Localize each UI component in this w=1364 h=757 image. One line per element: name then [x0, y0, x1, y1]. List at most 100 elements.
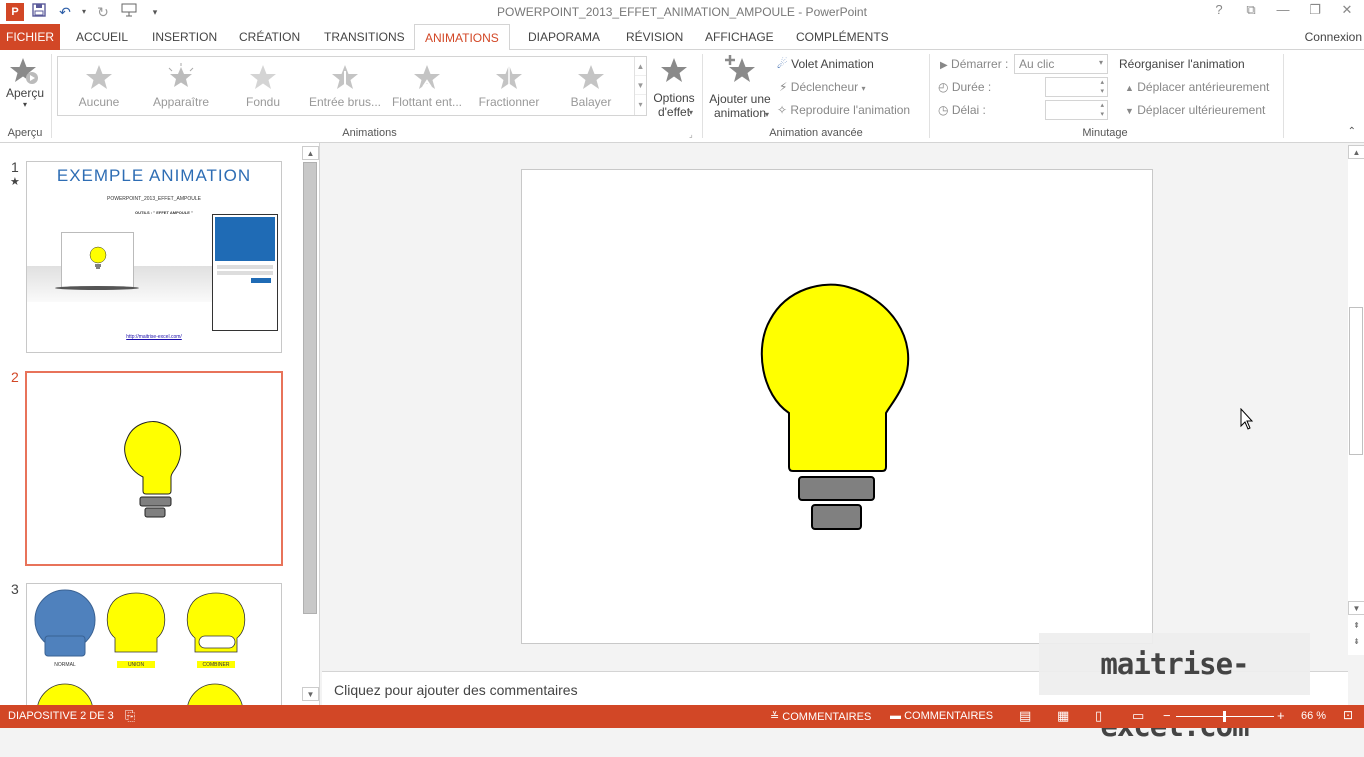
star-burst-icon — [168, 63, 194, 87]
animation-item-fondu[interactable]: Fondu — [222, 57, 304, 115]
slide-scrollbar[interactable]: ▲ ▼ ⇞ ⇟ — [1348, 145, 1364, 655]
tab-transitions[interactable]: TRANSITIONS — [314, 24, 415, 50]
delay-input[interactable]: ▴ ▾ — [1045, 100, 1108, 120]
zoom-out-icon[interactable]: − — [1163, 708, 1171, 723]
animation-item-apparaitre[interactable]: Apparaître — [140, 57, 222, 115]
animation-item-balayer[interactable]: Balayer — [550, 57, 632, 115]
slide-number: 1 — [11, 159, 19, 175]
reproduire-animation-button[interactable]: ✧ Reproduire l'animation — [777, 103, 910, 117]
spell-check-icon[interactable]: ⎘ — [125, 708, 135, 724]
delay-label: ◷ Délai : — [938, 103, 986, 117]
next-slide-icon[interactable]: ⇟ — [1348, 635, 1364, 649]
zoom-level[interactable]: 66 % — [1301, 710, 1326, 722]
notes-toggle-label: COMMENTAIRES — [782, 711, 872, 723]
thumb-subtitle: POWERPOINT_2013_EFFET_AMPOULE — [107, 196, 201, 202]
notes-toggle-button[interactable]: ≚ COMMENTAIRES — [770, 710, 871, 723]
add-animation-star-icon — [725, 55, 755, 82]
scroll-up-icon[interactable]: ▲ — [1348, 145, 1364, 159]
zoom-in-icon[interactable]: + — [1277, 708, 1285, 723]
add-animation-button[interactable]: Ajouter une animation — [706, 54, 774, 120]
effect-options-dropdown-icon[interactable]: ▾ — [689, 108, 693, 117]
slide-number: 2 — [11, 369, 19, 385]
reproduire-label: Reproduire l'animation — [790, 103, 911, 117]
preview-button[interactable]: Aperçu ▾ — [2, 56, 48, 109]
reading-view-icon[interactable]: ▯ — [1095, 708, 1102, 724]
zoom-slider-thumb[interactable] — [1223, 711, 1227, 722]
star-icon — [86, 65, 112, 89]
previous-slide-icon[interactable]: ⇞ — [1348, 619, 1364, 633]
scroll-up-icon[interactable]: ▲ — [302, 146, 319, 160]
declencheur-dropdown-icon: ▾ — [861, 84, 866, 93]
animation-item-entree-brusque[interactable]: Entrée brus... — [304, 57, 386, 115]
move-earlier-label: Déplacer antérieurement — [1137, 80, 1270, 94]
tab-accueil[interactable]: ACCUEIL — [66, 24, 138, 50]
move-earlier-button[interactable]: ▲ Déplacer antérieurement — [1125, 80, 1269, 94]
animation-item-flottant-entrant[interactable]: Flottant ent... — [386, 57, 468, 115]
slide-canvas[interactable] — [521, 169, 1153, 644]
animation-painter-icon: ✧ — [777, 103, 788, 117]
scroll-thumb[interactable] — [1349, 307, 1363, 455]
scroll-thumb[interactable] — [303, 162, 317, 614]
delay-spinner-icon[interactable]: ▴ ▾ — [1100, 101, 1104, 119]
collapse-ribbon-icon[interactable]: ⌃ — [1348, 126, 1356, 137]
start-select[interactable]: Au clic ▾ — [1014, 54, 1108, 74]
gallery-up-icon[interactable]: ▲ — [635, 57, 646, 76]
slide-sorter-view-icon[interactable]: ▦ — [1057, 708, 1069, 724]
slideshow-view-icon[interactable]: ▭ — [1132, 708, 1144, 724]
help-icon[interactable]: ? — [1208, 2, 1230, 18]
start-select-value: Au clic — [1019, 57, 1055, 71]
thumb-form-field — [217, 271, 273, 275]
duration-spinner-icon[interactable]: ▴ ▾ — [1100, 78, 1104, 96]
tab-insertion[interactable]: INSERTION — [142, 24, 227, 50]
volet-animation-button[interactable]: ☄ Volet Animation — [777, 57, 874, 71]
slide-thumbnail-1[interactable]: EXEMPLE ANIMATION POWERPOINT_2013_EFFET_… — [26, 161, 282, 353]
slide-thumbnail-2[interactable] — [25, 371, 283, 566]
add-animation-label-line2: animation — [713, 106, 767, 120]
move-later-label: Déplacer ultérieurement — [1137, 103, 1266, 117]
animation-marker-icon: ★ — [10, 176, 20, 188]
add-animation-dropdown-icon[interactable]: ▾ — [765, 110, 769, 119]
move-later-button[interactable]: ▼ Déplacer ultérieurement — [1125, 103, 1265, 117]
tab-complements[interactable]: COMPLÉMENTS — [786, 24, 899, 50]
delay-label-text: Délai : — [951, 103, 986, 117]
gallery-more-icon[interactable]: ▾ — [635, 95, 646, 114]
restore-icon[interactable]: ❐ — [1304, 2, 1326, 18]
declencheur-button[interactable]: ⚡ Déclencheur ▾ — [779, 80, 866, 94]
separator — [51, 54, 52, 138]
scroll-down-icon[interactable]: ▼ — [1348, 601, 1364, 615]
fit-slide-icon[interactable]: ⊡ — [1343, 708, 1353, 722]
tab-creation[interactable]: CRÉATION — [229, 24, 310, 50]
sign-in-link[interactable]: Connexion — [1305, 24, 1364, 50]
normal-view-icon[interactable]: ▤ — [1019, 708, 1031, 724]
reorder-title: Réorganiser l'animation — [1119, 57, 1245, 71]
tab-diaporama[interactable]: DIAPORAMA — [518, 24, 610, 50]
animation-item-aucune[interactable]: Aucune — [58, 57, 140, 115]
notes-placeholder[interactable]: Cliquez pour ajouter des commentaires — [334, 682, 578, 698]
comments-toggle-button[interactable]: ▬ COMMENTAIRES — [890, 710, 993, 722]
dialog-launcher-icon[interactable]: ⌟ — [689, 130, 693, 139]
lightbulb-shape[interactable] — [522, 170, 1152, 643]
animation-item-fractionner[interactable]: Fractionner — [468, 57, 550, 115]
notes-icon: ≚ — [770, 711, 780, 723]
close-icon[interactable]: ✕ — [1336, 2, 1358, 18]
duration-input[interactable]: ▴ ▾ — [1045, 77, 1108, 97]
lightning-icon: ⚡ — [779, 80, 788, 94]
ribbon-display-options-icon[interactable]: ⧉ — [1240, 2, 1262, 18]
duration-label: ◴ Durée : — [938, 80, 991, 94]
scroll-down-icon[interactable]: ▼ — [302, 687, 319, 701]
tab-affichage[interactable]: AFFICHAGE — [695, 24, 784, 50]
group-label-animation-avancee: Animation avancée — [769, 127, 863, 139]
preview-dropdown-icon[interactable]: ▾ — [2, 100, 48, 109]
minimize-icon[interactable]: — — [1272, 2, 1294, 18]
volet-animation-label: Volet Animation — [791, 57, 874, 71]
tab-fichier[interactable]: FICHIER — [0, 24, 60, 50]
gallery-down-icon[interactable]: ▼ — [635, 76, 646, 95]
thumb-signup-form — [212, 214, 278, 331]
tab-revision[interactable]: RÉVISION — [616, 24, 693, 50]
triangle-down-icon: ▼ — [1125, 106, 1134, 116]
slide-thumbnails-pane: 1 ★ EXEMPLE ANIMATION POWERPOINT_2013_EF… — [0, 143, 320, 723]
comment-icon: ▬ — [890, 710, 901, 722]
slide-thumbnail-3[interactable]: NORMAL UNION COMBINER — [26, 583, 282, 723]
tab-animations[interactable]: ANIMATIONS — [414, 24, 510, 51]
thumbnails-scrollbar[interactable]: ▲ ▼ — [302, 146, 319, 702]
